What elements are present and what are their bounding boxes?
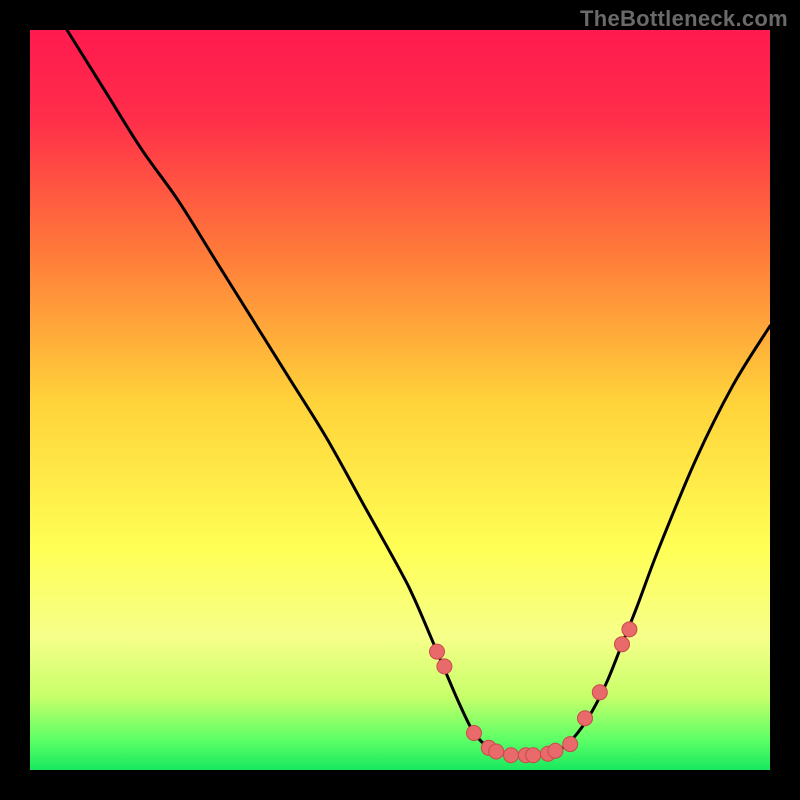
watermark-label: TheBottleneck.com: [580, 6, 788, 32]
plot-area: [30, 30, 770, 770]
highlight-dot: [504, 748, 519, 763]
bottleneck-curve-svg: [30, 30, 770, 770]
highlight-dot: [548, 743, 563, 758]
highlight-dot: [615, 637, 630, 652]
highlight-dot: [489, 744, 504, 759]
highlight-dot: [622, 622, 637, 637]
highlight-dot: [578, 711, 593, 726]
highlight-dot: [563, 737, 578, 752]
highlight-dot: [437, 659, 452, 674]
bottleneck-curve-path: [67, 30, 770, 756]
highlight-dot: [592, 685, 607, 700]
highlight-dot: [526, 748, 541, 763]
highlight-dot: [430, 644, 445, 659]
chart-frame: TheBottleneck.com: [0, 0, 800, 800]
highlight-dot: [467, 726, 482, 741]
